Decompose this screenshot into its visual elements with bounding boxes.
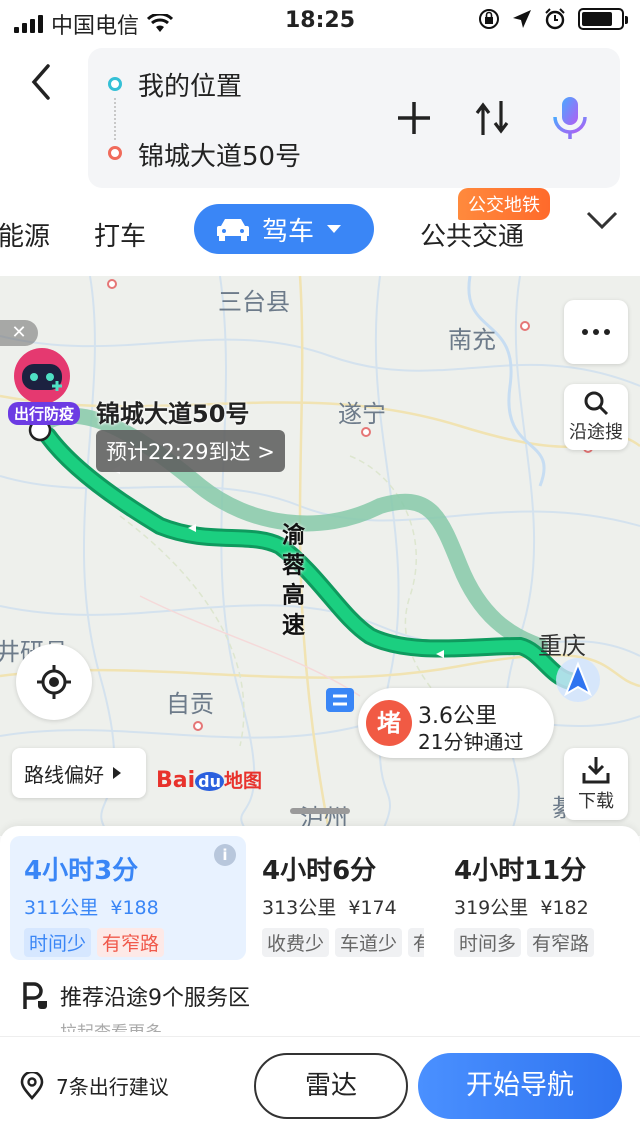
tab-taxi[interactable]: 打车 (94, 216, 146, 253)
battery-icon (578, 8, 628, 30)
plan-distance: 313公里 (262, 897, 337, 919)
download-label: 下载 (578, 791, 614, 812)
route-plan-3[interactable]: 4小时11分 319公里 ¥182 时间多 有窄路 (440, 836, 636, 960)
crosshair-icon (37, 665, 71, 699)
plus-icon (398, 102, 430, 134)
plan-tag: 有窄路 (97, 928, 165, 957)
swap-icon (475, 101, 509, 135)
location-arrow-icon (513, 10, 531, 28)
travel-advice-label: 7条出行建议 (56, 1075, 169, 1099)
add-waypoint-button[interactable] (392, 96, 436, 140)
eta-bubble[interactable]: 预计22:29到达 > (96, 430, 285, 472)
drag-handle[interactable] (290, 808, 350, 814)
destination-field[interactable]: 锦城大道50号 (138, 136, 301, 173)
plan-summary: 319公里 ¥182 (454, 893, 622, 920)
plan-price: ¥188 (110, 897, 159, 919)
plan-tag: 车道少 (335, 928, 403, 957)
city-label: 自贡 (166, 690, 214, 718)
plan-tag: 时间多 (454, 928, 522, 957)
route-plan-2[interactable]: 4小时6分 313公里 ¥174 收费少 车道少 有窄 (248, 836, 438, 960)
plan-tag: 有窄 (408, 928, 424, 957)
destination-dot-icon (108, 146, 122, 160)
city-label: 南充 (448, 326, 496, 354)
plan-tag: 收费少 (262, 928, 330, 957)
robot-mascot-icon (14, 348, 70, 404)
jam-time: 21分钟通过 (418, 730, 524, 754)
route-preference-button[interactable]: 路线偏好 (12, 748, 146, 798)
city-label: 遂宁 (338, 400, 386, 428)
start-navigation-button[interactable]: 开始导航 (418, 1053, 622, 1119)
parking-cup-icon (23, 982, 47, 1009)
traffic-jam-bubble[interactable]: 堵 3.6公里 21分钟通过 (358, 688, 554, 758)
voice-button[interactable] (548, 96, 592, 140)
origin-dot-icon (108, 77, 122, 91)
plan-summary: 313公里 ¥174 (262, 893, 424, 920)
plan-summary: 311公里 ¥188 (24, 893, 232, 920)
car-icon (217, 219, 249, 241)
mode-tabs: 能源 打车 驾车 公交地铁 公共交通 (0, 188, 640, 272)
plan-distance: 311公里 (24, 897, 99, 919)
chevron-down-icon (586, 211, 618, 230)
chevron-left-icon (31, 64, 50, 100)
map-view[interactable]: 三台县 南充 遂宁 重庆 自贡 泸州 井研县 綦江 渝蓉高速 ✕ 出行防疫 锦城… (0, 276, 640, 836)
download-button[interactable]: 下载 (564, 748, 628, 820)
plan-tag: 有窄路 (527, 928, 595, 957)
info-icon[interactable]: i (214, 844, 236, 866)
rotation-lock-icon (479, 9, 499, 29)
swap-button[interactable] (470, 96, 514, 140)
destination-marker-label: 锦城大道50号 (96, 400, 250, 428)
city-label: 三台县 (218, 288, 290, 316)
plan-distance: 319公里 (454, 897, 529, 919)
route-input-box: 我的位置 锦城大道50号 (88, 48, 620, 188)
baidu-logo: Bai du 地图 (156, 768, 263, 793)
route-connector (114, 98, 116, 140)
close-covid-button[interactable]: ✕ (0, 320, 38, 346)
location-pin-icon (20, 1071, 44, 1100)
plan-tag: 时间少 (24, 928, 92, 957)
jam-badge: 堵 (366, 700, 412, 746)
plan-time: 4小时3分 (24, 856, 139, 886)
plan-time: 4小时6分 (262, 856, 377, 886)
service-area-row[interactable]: 推荐沿途9个服务区 (22, 980, 250, 1012)
search-along-label: 沿途搜 (569, 422, 623, 443)
route-preference-label: 路线偏好 (24, 762, 104, 787)
status-bar: 中国电信 18:25 (0, 0, 640, 40)
caret-right-icon (113, 767, 121, 779)
city-label: 重庆 (538, 632, 586, 660)
back-button[interactable] (28, 62, 58, 102)
covid-label: 出行防疫 (8, 402, 81, 425)
alarm-icon (545, 8, 565, 30)
pull-up-hint: 拉起查看更多 (60, 1018, 162, 1032)
route-sheet: i 4小时3分 311公里 ¥188 时间少 有窄路 4小时6分 313公里 ¥… (0, 808, 640, 1036)
more-modes-button[interactable] (586, 210, 618, 234)
travel-advice-button[interactable]: 7条出行建议 (20, 1071, 169, 1100)
more-icon (582, 329, 610, 335)
origin-field[interactable]: 我的位置 (138, 66, 242, 103)
route-plan-1[interactable]: i 4小时3分 311公里 ¥188 时间少 有窄路 (10, 836, 246, 960)
download-icon (582, 757, 610, 784)
tab-drive[interactable]: 驾车 (194, 204, 374, 254)
highway-name: 渝蓉高速 (281, 522, 305, 639)
service-area-label: 推荐沿途9个服务区 (60, 986, 250, 1011)
covid-travel-button[interactable]: 出行防疫 (8, 346, 82, 426)
search-icon (584, 391, 609, 416)
plan-price: ¥174 (348, 897, 397, 919)
radar-button[interactable]: 雷达 (254, 1053, 408, 1119)
microphone-icon (553, 97, 587, 139)
caret-down-icon (327, 225, 342, 233)
locate-button[interactable] (16, 644, 92, 720)
more-button[interactable] (564, 300, 628, 364)
bottom-action-bar: 7条出行建议 雷达 开始导航 (0, 1036, 640, 1136)
tab-energy[interactable]: 能源 (0, 216, 50, 253)
search-along-button[interactable]: 沿途搜 (564, 384, 628, 450)
plan-time: 4小时11分 (454, 856, 587, 886)
tab-transit[interactable]: 公共交通 (420, 216, 524, 253)
tab-drive-label: 驾车 (262, 216, 315, 247)
plan-price: ¥182 (540, 897, 589, 919)
